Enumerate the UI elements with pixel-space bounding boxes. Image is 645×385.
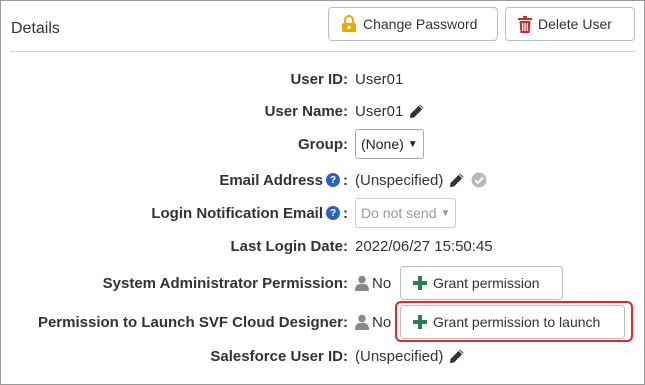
- svf-launch-value: No: [355, 307, 391, 337]
- plus-icon: [413, 276, 427, 290]
- user-name-value: User01: [355, 96, 425, 126]
- group-row: Group: (None) ▼: [1, 129, 644, 159]
- group-label: Group:: [298, 135, 348, 153]
- chevron-down-icon: ▼: [440, 207, 451, 219]
- group-select[interactable]: (None) ▼: [355, 129, 424, 159]
- change-password-button[interactable]: Change Password: [328, 7, 498, 41]
- email-row: Email Address ? : (Unspecified): [1, 165, 644, 195]
- user-id-value: User01: [355, 70, 404, 88]
- user-id-label: User ID:: [290, 70, 348, 88]
- pencil-icon[interactable]: [449, 348, 465, 364]
- sys-admin-value: No: [355, 268, 391, 298]
- salesforce-row: Salesforce User ID: (Unspecified): [1, 341, 644, 371]
- change-password-label: Change Password: [363, 16, 478, 32]
- svf-launch-label: Permission to Launch SVF Cloud Designer:: [37, 313, 348, 331]
- user-name-label: User Name:: [264, 102, 348, 120]
- login-notification-value: Do not send ▼: [355, 198, 457, 228]
- grant-launch-permission-button[interactable]: Grant permission to launch: [400, 305, 625, 339]
- user-icon: [355, 275, 369, 291]
- user-name-row: User Name: User01: [1, 96, 644, 126]
- panel-title: Details: [11, 20, 60, 37]
- email-value: (Unspecified): [355, 165, 487, 195]
- last-login-label: Last Login Date:: [230, 237, 348, 255]
- pencil-icon[interactable]: [409, 103, 425, 119]
- pencil-icon[interactable]: [449, 172, 465, 188]
- trash-icon: [518, 15, 532, 33]
- verified-check-icon[interactable]: [471, 172, 487, 188]
- help-icon[interactable]: ?: [326, 206, 340, 220]
- salesforce-label: Salesforce User ID:: [210, 347, 348, 365]
- login-notification-label: Login Notification Email ? :: [151, 204, 348, 222]
- group-value: (None) ▼: [355, 129, 424, 159]
- user-id-row: User ID: User01: [1, 64, 644, 94]
- help-icon[interactable]: ?: [326, 173, 340, 187]
- details-panel: Details Change Password Delete User User…: [0, 0, 645, 385]
- email-label: Email Address ? :: [219, 171, 348, 189]
- header-divider: [10, 51, 636, 52]
- last-login-value: 2022/06/27 15:50:45: [355, 237, 493, 255]
- salesforce-value: (Unspecified): [355, 341, 465, 371]
- user-icon: [355, 314, 369, 330]
- last-login-row: Last Login Date: 2022/06/27 15:50:45: [1, 231, 644, 261]
- delete-user-button[interactable]: Delete User: [505, 7, 635, 41]
- login-notification-select: Do not send ▼: [355, 198, 457, 228]
- sys-admin-label: System Administrator Permission:: [102, 274, 348, 292]
- details-header: Details Change Password Delete User: [1, 1, 644, 53]
- lock-icon: [341, 15, 357, 33]
- plus-icon: [413, 315, 427, 329]
- login-notification-row: Login Notification Email ? : Do not send…: [1, 198, 644, 228]
- delete-user-label: Delete User: [538, 16, 612, 32]
- chevron-down-icon: ▼: [407, 138, 418, 150]
- grant-permission-button[interactable]: Grant permission: [400, 266, 563, 300]
